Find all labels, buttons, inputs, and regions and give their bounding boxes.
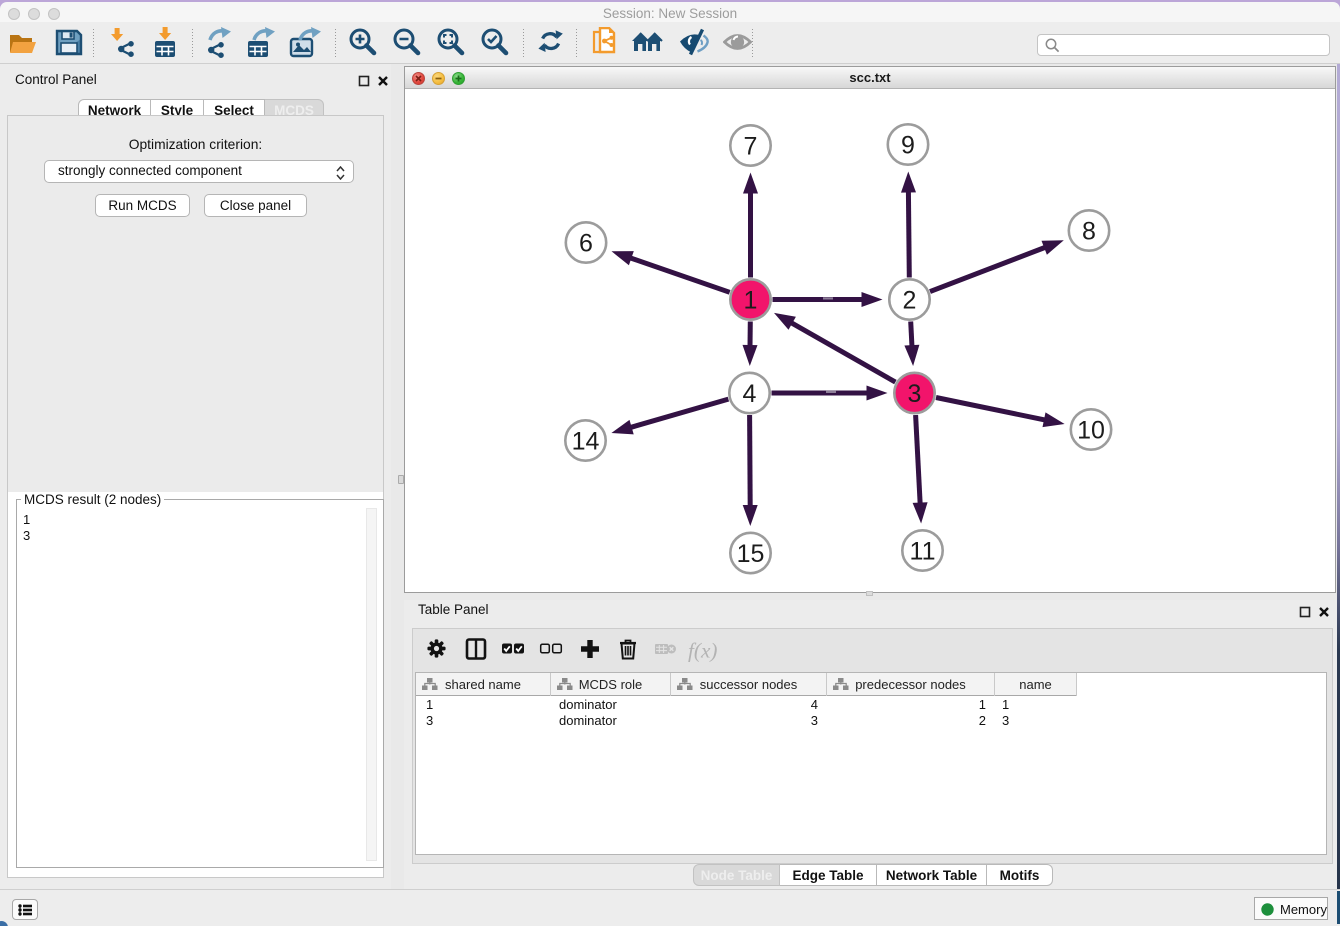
svg-text:4: 4 [743,380,757,408]
svg-text:11: 11 [910,538,936,566]
svg-text:8: 8 [1082,218,1096,246]
svg-text:15: 15 [737,540,765,568]
svg-text:14: 14 [572,428,600,456]
svg-text:2: 2 [903,287,917,315]
svg-text:6: 6 [579,230,593,258]
svg-text:10: 10 [1077,417,1105,445]
svg-text:3: 3 [908,380,922,408]
svg-text:7: 7 [744,133,758,161]
svg-text:1: 1 [744,287,758,315]
svg-text:f(x): f(x) [688,638,717,662]
svg-text:9: 9 [901,132,915,160]
